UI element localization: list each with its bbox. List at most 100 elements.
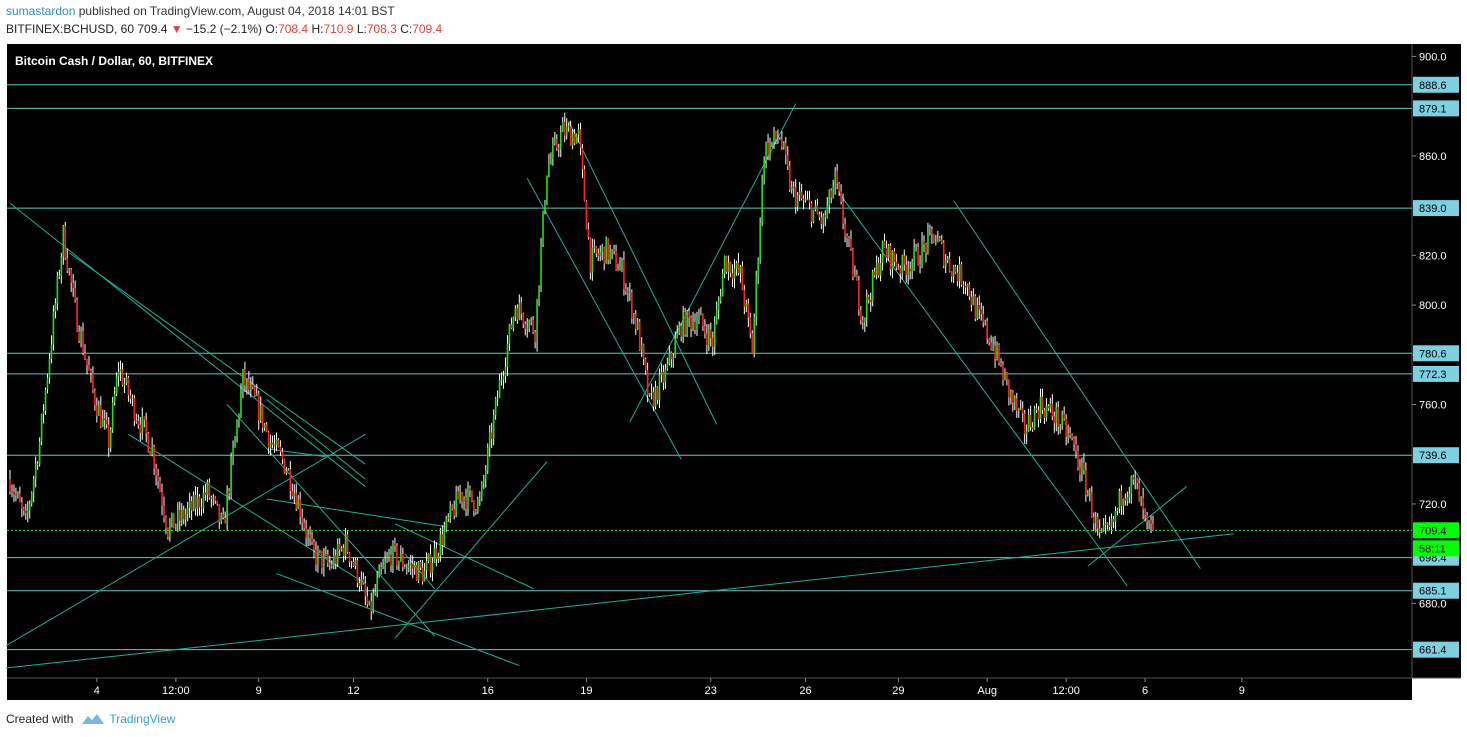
candle-body	[642, 344, 645, 359]
price-chart[interactable]: 900.0860.0820.0800.0780.0760.0720.0680.0…	[0, 0, 1467, 737]
candle-body	[694, 321, 696, 330]
candle-body	[13, 491, 15, 495]
candle-body	[500, 379, 503, 381]
candle-body	[891, 251, 894, 270]
candle-body	[1047, 405, 1050, 409]
candle-body	[761, 179, 763, 224]
candle-body	[240, 391, 242, 416]
candle-body	[625, 289, 627, 292]
candle-body	[236, 421, 238, 437]
candle-body	[267, 431, 270, 448]
candle-body	[777, 139, 779, 141]
candle-body	[317, 549, 319, 565]
candle-body	[862, 320, 864, 323]
candle-body	[775, 131, 777, 140]
candle-body	[786, 155, 789, 166]
candle-body	[435, 548, 438, 559]
candle-body	[429, 554, 432, 573]
candle-body	[469, 488, 471, 491]
plot-area[interactable]	[7, 44, 1412, 678]
candle-body	[913, 247, 915, 262]
candle-body	[62, 226, 65, 257]
tradingview-link[interactable]: TradingView	[109, 712, 175, 726]
x-tick-label: 4	[94, 685, 100, 697]
candle-body	[226, 491, 228, 524]
candle-body	[804, 199, 807, 201]
candle-body	[1112, 518, 1115, 522]
candle-body	[161, 491, 163, 506]
candle-body	[455, 491, 457, 517]
candle-body	[344, 534, 347, 557]
candle-body	[907, 268, 910, 276]
candle-body	[295, 493, 298, 510]
candle-body	[66, 258, 69, 271]
level-label: 772.3	[1419, 369, 1447, 381]
candle-body	[581, 147, 584, 170]
candle-body	[950, 271, 953, 277]
candle-body	[836, 171, 838, 184]
candle-body	[1126, 497, 1129, 501]
candle-body	[680, 325, 682, 337]
candle-body	[1110, 518, 1113, 527]
candle-body	[1150, 520, 1152, 524]
candle-body	[640, 344, 643, 351]
candle-body	[658, 375, 661, 400]
candle-body	[968, 284, 971, 297]
candle-body	[123, 383, 126, 386]
candle-body	[125, 377, 128, 384]
candle-body	[956, 272, 959, 282]
x-tick-label: 9	[1239, 685, 1245, 697]
candle-body	[44, 389, 47, 411]
candle-body	[978, 304, 981, 310]
candle-body	[860, 309, 862, 321]
x-tick-label: 16	[482, 685, 494, 697]
candle-body	[988, 338, 990, 343]
candle-body	[1023, 413, 1026, 435]
candle-body	[342, 547, 345, 557]
candle-body	[646, 370, 649, 396]
candle-body	[506, 343, 509, 367]
candle-body	[88, 364, 90, 371]
candle-body	[788, 165, 791, 190]
candle-body	[490, 432, 493, 439]
candle-body	[976, 304, 979, 319]
candle-body	[488, 432, 491, 448]
level-label: 780.6	[1419, 348, 1447, 360]
candle-body	[684, 311, 686, 335]
y-tick-label: 720.0	[1419, 499, 1447, 511]
candle-body	[755, 276, 758, 317]
candle-body	[447, 517, 450, 519]
candle-body	[757, 259, 759, 277]
candle-body	[492, 415, 495, 439]
tradingview-logo-icon[interactable]	[81, 712, 105, 726]
candle-body	[28, 503, 31, 511]
candle-body	[283, 459, 286, 473]
candle-body	[840, 191, 842, 202]
candle-body	[929, 228, 931, 231]
y-tick-label: 820.0	[1419, 250, 1447, 262]
candle-body	[32, 478, 35, 493]
candle-body	[1130, 477, 1133, 494]
candle-body	[192, 494, 195, 511]
candle-body	[26, 510, 29, 514]
candle-body	[852, 249, 854, 277]
candle-body	[139, 424, 142, 433]
candle-body	[619, 266, 621, 271]
candle-body	[609, 251, 611, 260]
candle-body	[277, 439, 280, 447]
candle-body	[38, 441, 41, 465]
candle-body	[72, 282, 74, 289]
candle-body	[234, 436, 236, 448]
candle-body	[147, 433, 149, 452]
candle-body	[1108, 525, 1111, 527]
candle-body	[348, 552, 351, 563]
candle-body	[820, 217, 823, 225]
candle-body	[1057, 407, 1060, 427]
candle-body	[634, 314, 637, 329]
candle-body	[131, 398, 134, 400]
candle-body	[242, 369, 244, 392]
candle-body	[1152, 523, 1154, 531]
candle-body	[717, 300, 720, 311]
candle-body	[520, 302, 523, 314]
candle-body	[165, 517, 167, 529]
